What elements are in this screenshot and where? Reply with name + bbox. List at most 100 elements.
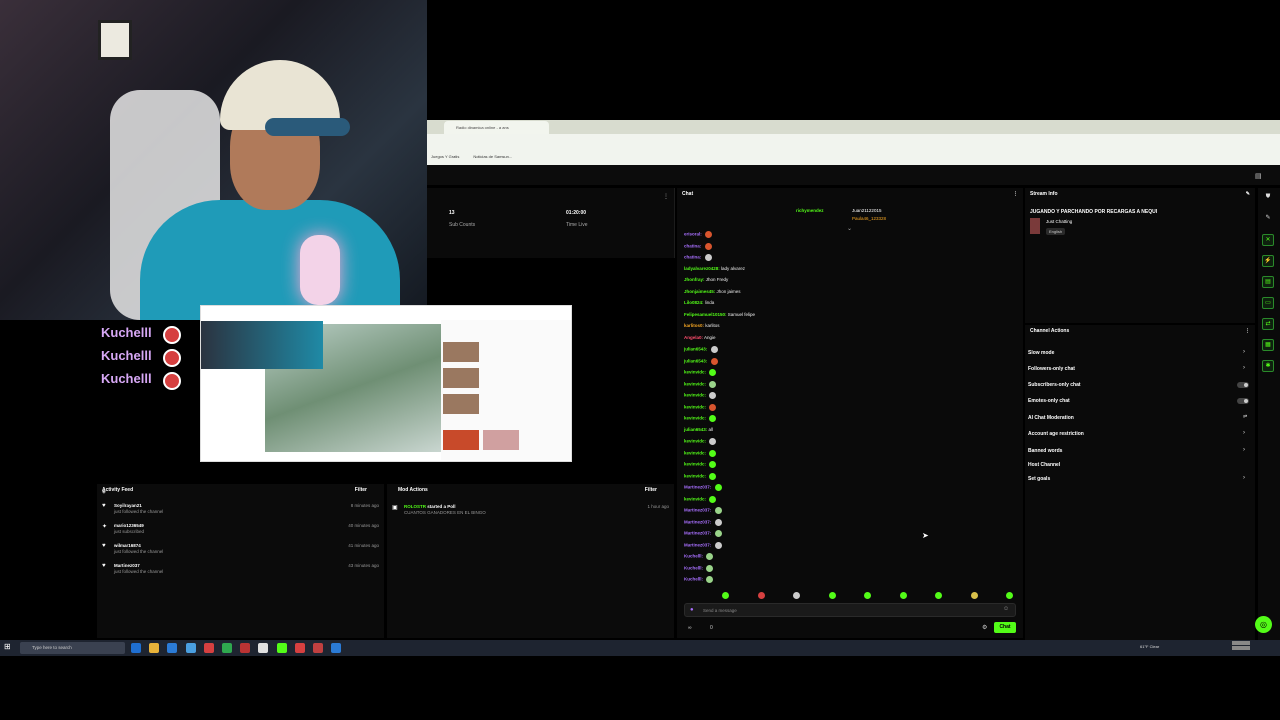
chat-username[interactable]: kevinvidc: bbox=[684, 439, 706, 444]
channel-action-item[interactable]: Host Channel bbox=[1028, 462, 1060, 468]
emote-icon[interactable] bbox=[793, 592, 800, 599]
chat-input[interactable]: Send a message bbox=[684, 603, 1016, 617]
filter-button[interactable]: Filter bbox=[645, 487, 657, 493]
link-icon[interactable]: ⇄ bbox=[1262, 318, 1274, 330]
windows-start-icon[interactable]: ⊞ bbox=[4, 642, 11, 651]
chat-username[interactable]: kevinvidc: bbox=[684, 381, 706, 386]
chat-username[interactable]: Felipesamuel10150: bbox=[684, 312, 727, 317]
app-icon[interactable] bbox=[313, 643, 323, 653]
chat-username[interactable]: Martinez037: bbox=[684, 485, 711, 490]
emote-icon[interactable] bbox=[899, 592, 907, 599]
pinned-user[interactable]: Juan21122015 bbox=[852, 208, 881, 213]
emote-icon[interactable] bbox=[722, 592, 729, 599]
emoji-icon[interactable]: ☺ bbox=[1003, 606, 1009, 612]
close-icon[interactable]: ✕ bbox=[1262, 234, 1274, 246]
channel-action-item[interactable]: Followers-only chat bbox=[1028, 366, 1075, 372]
chat-username[interactable]: kevinvidc: bbox=[684, 370, 706, 375]
activity-user[interactable]: Soyilrayan21 bbox=[114, 503, 379, 508]
chat-username[interactable]: chatina: bbox=[684, 243, 701, 248]
more-icon[interactable]: ⋮ bbox=[663, 193, 669, 200]
chat-username[interactable]: kevinvidc: bbox=[684, 462, 706, 467]
help-chat-icon[interactable]: ◎ bbox=[1255, 616, 1272, 633]
browser-tab[interactable]: Radio dinamica online - a ans bbox=[444, 121, 549, 134]
youtube-icon[interactable] bbox=[294, 643, 305, 653]
emote-icon[interactable] bbox=[1006, 592, 1013, 599]
more-icon[interactable]: ⋮ bbox=[1245, 328, 1250, 334]
chat-username[interactable]: kevinvidc: bbox=[684, 450, 706, 455]
mail-icon[interactable] bbox=[167, 643, 178, 653]
obs-icon[interactable] bbox=[258, 643, 269, 653]
filter-button[interactable]: Filter bbox=[355, 487, 367, 493]
channel-action-item[interactable]: Emotes-only chat bbox=[1028, 398, 1070, 404]
chat-icon[interactable]: ▭ bbox=[1262, 297, 1274, 309]
emote-icon[interactable] bbox=[935, 592, 942, 599]
chat-username[interactable]: karlitos0: bbox=[684, 323, 704, 328]
excel-icon[interactable] bbox=[222, 643, 232, 653]
chat-username[interactable]: kevinvidc: bbox=[684, 404, 706, 409]
pinned-user[interactable]: richymendez bbox=[796, 208, 824, 213]
mod-user[interactable]: ROLOSTR bbox=[404, 504, 426, 509]
shield-icon[interactable]: ⛊ bbox=[1262, 192, 1274, 204]
pinned-user[interactable]: Paula46_123328 bbox=[852, 216, 886, 221]
chevron-right-icon[interactable]: › bbox=[1243, 349, 1245, 355]
chat-username[interactable]: Kuchelll: bbox=[684, 554, 703, 559]
chat-username[interactable]: Lilo0824: bbox=[684, 300, 704, 305]
settings-icon[interactable]: ⇌ bbox=[1243, 414, 1247, 420]
stream-category[interactable]: Just Chatting bbox=[1046, 219, 1072, 224]
channel-action-item[interactable]: Set goals bbox=[1028, 476, 1050, 482]
chat-username[interactable]: Kuchelll: bbox=[684, 577, 703, 582]
emote-icon[interactable] bbox=[757, 592, 765, 599]
channel-action-item[interactable]: Subscribers-only chat bbox=[1028, 382, 1081, 388]
chat-username[interactable]: Jhonjaimes45: bbox=[684, 289, 715, 294]
chat-username[interactable]: Martinez037: bbox=[684, 531, 711, 536]
chat-username[interactable]: julian6543: bbox=[684, 427, 707, 432]
activity-user[interactable]: Martinez037 bbox=[114, 563, 379, 568]
chat-username[interactable]: Martinez037: bbox=[684, 519, 711, 524]
edit-icon[interactable]: ✎ bbox=[1246, 191, 1250, 197]
channel-action-item[interactable]: Slow mode bbox=[1028, 350, 1054, 356]
chat-username[interactable]: Jhonfray: bbox=[684, 277, 705, 282]
chat-username[interactable]: Martinez037: bbox=[684, 508, 711, 513]
emote-icon[interactable] bbox=[864, 592, 871, 599]
emote-icon[interactable] bbox=[970, 592, 978, 599]
bolt-icon[interactable]: ⚡ bbox=[1262, 255, 1274, 267]
chevron-right-icon[interactable]: › bbox=[1243, 447, 1245, 453]
kick-icon[interactable] bbox=[276, 643, 287, 653]
weather-widget[interactable]: 61°F Clear bbox=[1140, 644, 1159, 649]
send-chat-button[interactable]: Chat bbox=[994, 622, 1016, 633]
chat-username[interactable]: chatina: bbox=[684, 255, 701, 260]
mic-icon[interactable]: ● bbox=[690, 607, 694, 613]
app-icon[interactable] bbox=[331, 643, 342, 653]
chat-username[interactable]: kevinvidc: bbox=[684, 473, 706, 478]
activity-user[interactable]: mario1236549 bbox=[114, 523, 379, 528]
explorer-icon[interactable] bbox=[149, 643, 160, 653]
chat-username[interactable]: kevinvidc: bbox=[684, 416, 706, 421]
chevron-right-icon[interactable]: › bbox=[1243, 475, 1245, 481]
toggle-switch[interactable] bbox=[1237, 382, 1249, 388]
chat-username[interactable]: kevinvidc: bbox=[684, 496, 706, 501]
activity-user[interactable]: wilmar16874 bbox=[114, 543, 379, 548]
app-icon[interactable] bbox=[240, 643, 251, 653]
chat-username[interactable]: kevinvidc: bbox=[684, 393, 706, 398]
chevron-down-icon[interactable]: ⌄ bbox=[847, 225, 852, 232]
chat-username[interactable]: erisoral: bbox=[684, 232, 702, 237]
bookmark-item[interactable]: Juegos Y Gratis bbox=[431, 154, 459, 160]
channel-action-item[interactable]: AI Chat Moderation bbox=[1028, 415, 1074, 421]
channel-action-item[interactable]: Banned words bbox=[1028, 448, 1062, 454]
emote-icon[interactable] bbox=[828, 592, 836, 599]
chevron-right-icon[interactable]: › bbox=[1243, 430, 1245, 436]
channel-action-item[interactable]: Account age restriction bbox=[1028, 431, 1084, 437]
bookmark-item[interactable]: Noticias de Samsun... bbox=[473, 154, 512, 160]
chat-username[interactable]: ladyalvarez0428: bbox=[684, 266, 720, 271]
more-icon[interactable]: ⋮ bbox=[1013, 191, 1018, 197]
toggle-switch[interactable] bbox=[1237, 398, 1249, 404]
chat-username[interactable]: Kuchelll: bbox=[684, 565, 703, 570]
chat-username[interactable]: Martinez037: bbox=[684, 542, 711, 547]
chat-username[interactable]: Angela0: bbox=[684, 335, 703, 340]
taskbar-search[interactable]: Type here to search bbox=[20, 642, 125, 654]
chevron-right-icon[interactable]: › bbox=[1243, 365, 1245, 371]
chat-username[interactable]: julian6543: bbox=[684, 347, 707, 352]
pencil-icon[interactable]: ✎ bbox=[1262, 213, 1274, 225]
store-icon[interactable] bbox=[185, 643, 196, 653]
save-icon[interactable]: ▦ bbox=[1262, 339, 1274, 351]
